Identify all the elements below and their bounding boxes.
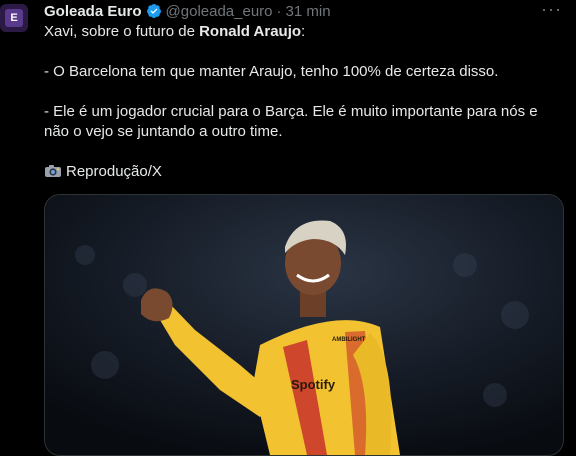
verified-badge-icon	[146, 4, 161, 19]
timestamp[interactable]: 31 min	[286, 3, 331, 20]
player-photo: Spotify AMBILIGHT	[45, 195, 563, 455]
tweet-line-1: Xavi, sobre o futuro de Ronald Araujo:	[44, 22, 564, 42]
line1-prefix: Xavi, sobre o futuro de	[44, 23, 200, 40]
author-name[interactable]: Goleada Euro	[44, 3, 142, 20]
sleeve-logo-text: AMBILIGHT	[332, 337, 366, 343]
tweet-header: Goleada Euro @goleada_euro · 31 min	[44, 2, 331, 20]
line1-suffix: :	[301, 23, 306, 40]
tweet-image[interactable]: Spotify AMBILIGHT	[44, 194, 564, 456]
tweet-credit: Reprodução/X	[44, 162, 564, 182]
author-handle[interactable]: @goleada_euro	[166, 3, 273, 20]
avatar-logo: E	[5, 9, 23, 27]
more-options-icon[interactable]: ···	[541, 0, 562, 18]
tweet-text: Xavi, sobre o futuro de Ronald Araujo: -…	[44, 22, 564, 182]
tweet-line-3: - Ele é um jogador crucial para o Barça.…	[44, 103, 538, 140]
sponsor-logo-text: Spotify	[291, 377, 336, 392]
tweet-line-2: - O Barcelona tem que manter Araujo, ten…	[44, 63, 499, 80]
separator-dot: ·	[276, 2, 282, 20]
player-name: Ronald Araujo	[199, 23, 302, 40]
camera-icon	[45, 165, 61, 177]
credit-text: Reprodução/X	[66, 163, 162, 180]
avatar[interactable]: E	[0, 4, 28, 32]
